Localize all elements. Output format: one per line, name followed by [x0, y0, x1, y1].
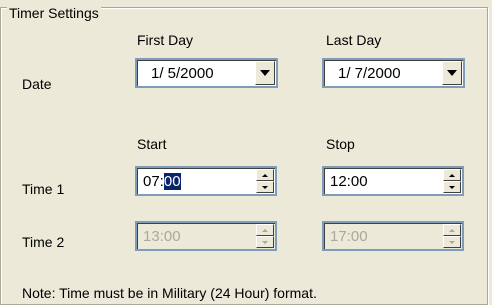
- time2-start-value: 13:00: [143, 228, 181, 245]
- spin-down-icon: [449, 240, 455, 244]
- spin-up-button[interactable]: [256, 169, 274, 181]
- chevron-down-icon: [447, 70, 457, 76]
- spin-down-icon: [262, 240, 268, 244]
- format-note: Note: Time must be in Military (24 Hour)…: [22, 285, 317, 301]
- time1-stop-spinner[interactable]: [443, 169, 461, 193]
- last-day-datepicker[interactable]: 1/ 7/2000: [322, 58, 465, 88]
- first-day-value: 1/ 5/2000: [151, 65, 214, 82]
- spin-down-button: [443, 236, 461, 248]
- spin-down-button[interactable]: [443, 181, 461, 193]
- spin-down-icon: [449, 185, 455, 189]
- time1-label: Time 1: [22, 181, 65, 197]
- spin-down-button[interactable]: [256, 181, 274, 193]
- first-day-datepicker[interactable]: 1/ 5/2000: [135, 58, 278, 88]
- spin-up-icon: [262, 228, 268, 232]
- spin-up-icon: [449, 173, 455, 177]
- time1-start-value: 07:00: [143, 173, 181, 190]
- spin-up-button: [443, 224, 461, 236]
- spin-up-button[interactable]: [443, 169, 461, 181]
- last-day-dropdown-button[interactable]: [442, 61, 462, 85]
- time1-start-selected: 00: [163, 173, 181, 190]
- time1-start-field[interactable]: 07:00: [135, 166, 277, 196]
- group-title: Timer Settings: [7, 5, 101, 21]
- timer-settings-group: Timer Settings: [0, 5, 488, 305]
- time1-start-spinner[interactable]: [256, 169, 274, 193]
- time2-stop-field: 17:00: [322, 221, 464, 251]
- date-label: Date: [22, 76, 52, 92]
- start-header: Start: [137, 136, 167, 152]
- spin-up-icon: [449, 228, 455, 232]
- last-day-header: Last Day: [326, 32, 382, 48]
- chevron-down-icon: [260, 70, 270, 76]
- spin-down-icon: [262, 185, 268, 189]
- time1-stop-field[interactable]: 12:00: [322, 166, 464, 196]
- time1-stop-value: 12:00: [330, 173, 368, 190]
- first-day-dropdown-button[interactable]: [255, 61, 275, 85]
- spin-up-icon: [262, 173, 268, 177]
- stop-header: Stop: [326, 136, 355, 152]
- time2-stop-value: 17:00: [330, 228, 368, 245]
- time2-start-spinner: [256, 224, 274, 248]
- time2-start-field: 13:00: [135, 221, 277, 251]
- time2-label: Time 2: [22, 234, 65, 250]
- spin-down-button: [256, 236, 274, 248]
- first-day-header: First Day: [137, 32, 193, 48]
- time2-stop-spinner: [443, 224, 461, 248]
- spin-up-button: [256, 224, 274, 236]
- last-day-value: 1/ 7/2000: [338, 65, 401, 82]
